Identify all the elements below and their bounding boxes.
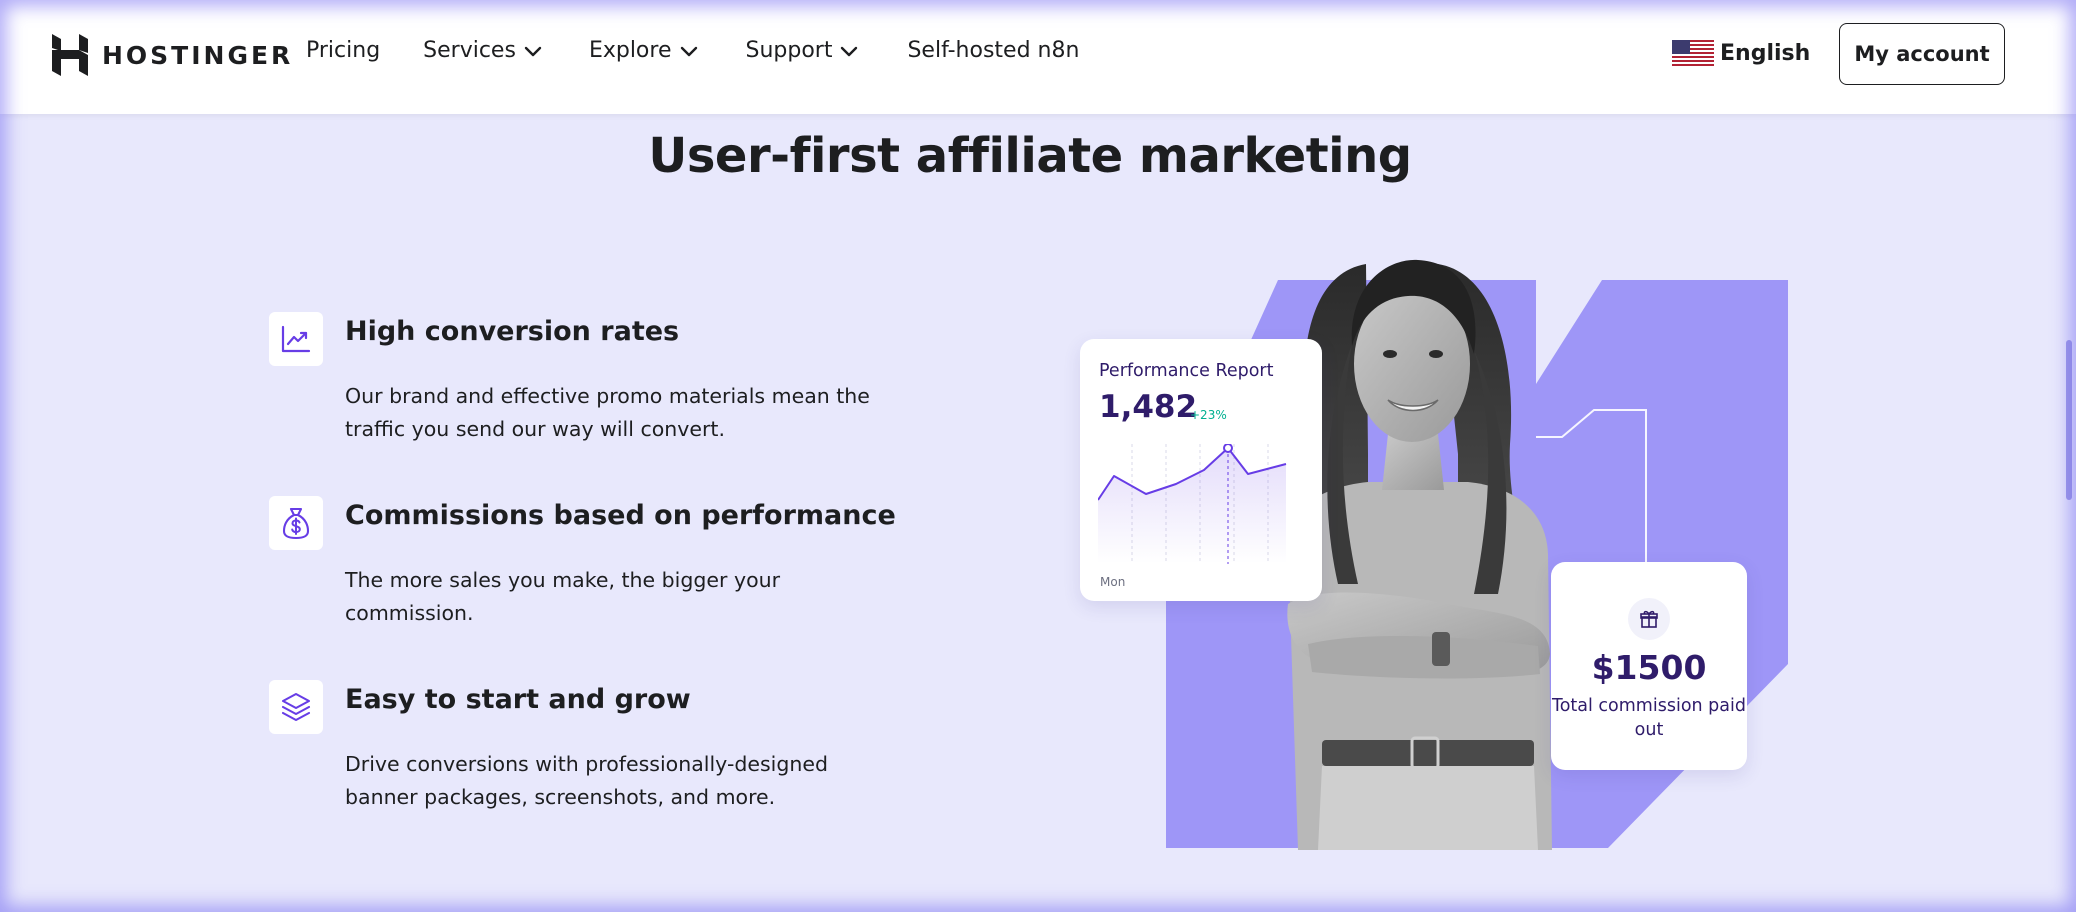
commission-card: $1500 Total commission paid out xyxy=(1551,562,1747,770)
chevron-down-icon xyxy=(524,46,542,56)
performance-report-value: 1,482 xyxy=(1099,389,1198,425)
nav-services-label: Services xyxy=(423,38,516,63)
performance-report-delta: +23% xyxy=(1190,408,1227,422)
hostinger-logo-icon xyxy=(52,34,88,76)
feature-title: Commissions based on performance xyxy=(345,500,896,531)
nav-support-label: Support xyxy=(745,38,833,63)
feature-description: The more sales you make, the bigger your… xyxy=(345,568,781,625)
feature-title: Easy to start and grow xyxy=(345,684,691,715)
logo-text: HOSTINGER xyxy=(102,40,294,70)
performance-day-label: Mon xyxy=(1100,575,1126,589)
nav-self-hosted-n8n[interactable]: Self-hosted n8n xyxy=(907,38,1079,63)
feature-description: Drive conversions with professionally-de… xyxy=(345,752,828,809)
us-flag-icon xyxy=(1672,40,1714,66)
feature-title: High conversion rates xyxy=(345,316,680,347)
nav-services[interactable]: Services xyxy=(423,38,542,63)
my-account-button[interactable]: My account xyxy=(1839,23,2005,85)
section-title: User-first affiliate marketing xyxy=(648,128,1412,184)
feature-icon-box xyxy=(269,496,323,550)
language-label: English xyxy=(1720,40,1811,66)
nav-pricing-label: Pricing xyxy=(306,38,381,63)
nav-pricing[interactable]: Pricing xyxy=(306,38,380,63)
main-nav: Pricing Services Explore Support Self-ho… xyxy=(306,38,1079,63)
money-bag-icon xyxy=(282,507,310,540)
performance-sparkline xyxy=(1098,444,1287,564)
layers-icon xyxy=(281,692,311,722)
performance-report-card: Performance Report 1,482 +23% Mon xyxy=(1080,339,1322,601)
chevron-down-icon xyxy=(841,46,858,56)
hostinger-logo[interactable]: HOSTINGER xyxy=(52,34,293,76)
nav-explore[interactable]: Explore xyxy=(589,38,698,63)
page-scrollbar[interactable] xyxy=(2066,340,2072,500)
nav-explore-label: Explore xyxy=(588,38,672,63)
hero-visual: Performance Report 1,482 +23% Mon $1500 … xyxy=(1070,250,1800,850)
nav-self-hosted-n8n-label: Self-hosted n8n xyxy=(907,38,1080,63)
performance-report-title: Performance Report xyxy=(1099,361,1274,381)
gift-icon xyxy=(1640,610,1658,628)
feature-icon-box xyxy=(269,680,323,734)
commission-label: Total commission paid out xyxy=(1552,696,1746,740)
site-header: HOSTINGER Pricing Services Explore Suppo… xyxy=(0,0,2076,114)
chevron-down-icon xyxy=(680,46,697,56)
feature-description: Our brand and effective promo materials … xyxy=(345,384,870,441)
nav-support[interactable]: Support xyxy=(746,38,859,63)
language-selector[interactable]: English xyxy=(1672,40,1810,66)
feature-icon-box xyxy=(269,312,323,366)
commission-value: $1500 xyxy=(1591,648,1707,687)
gift-icon-wrap xyxy=(1628,598,1670,640)
trend-up-icon xyxy=(281,325,311,353)
